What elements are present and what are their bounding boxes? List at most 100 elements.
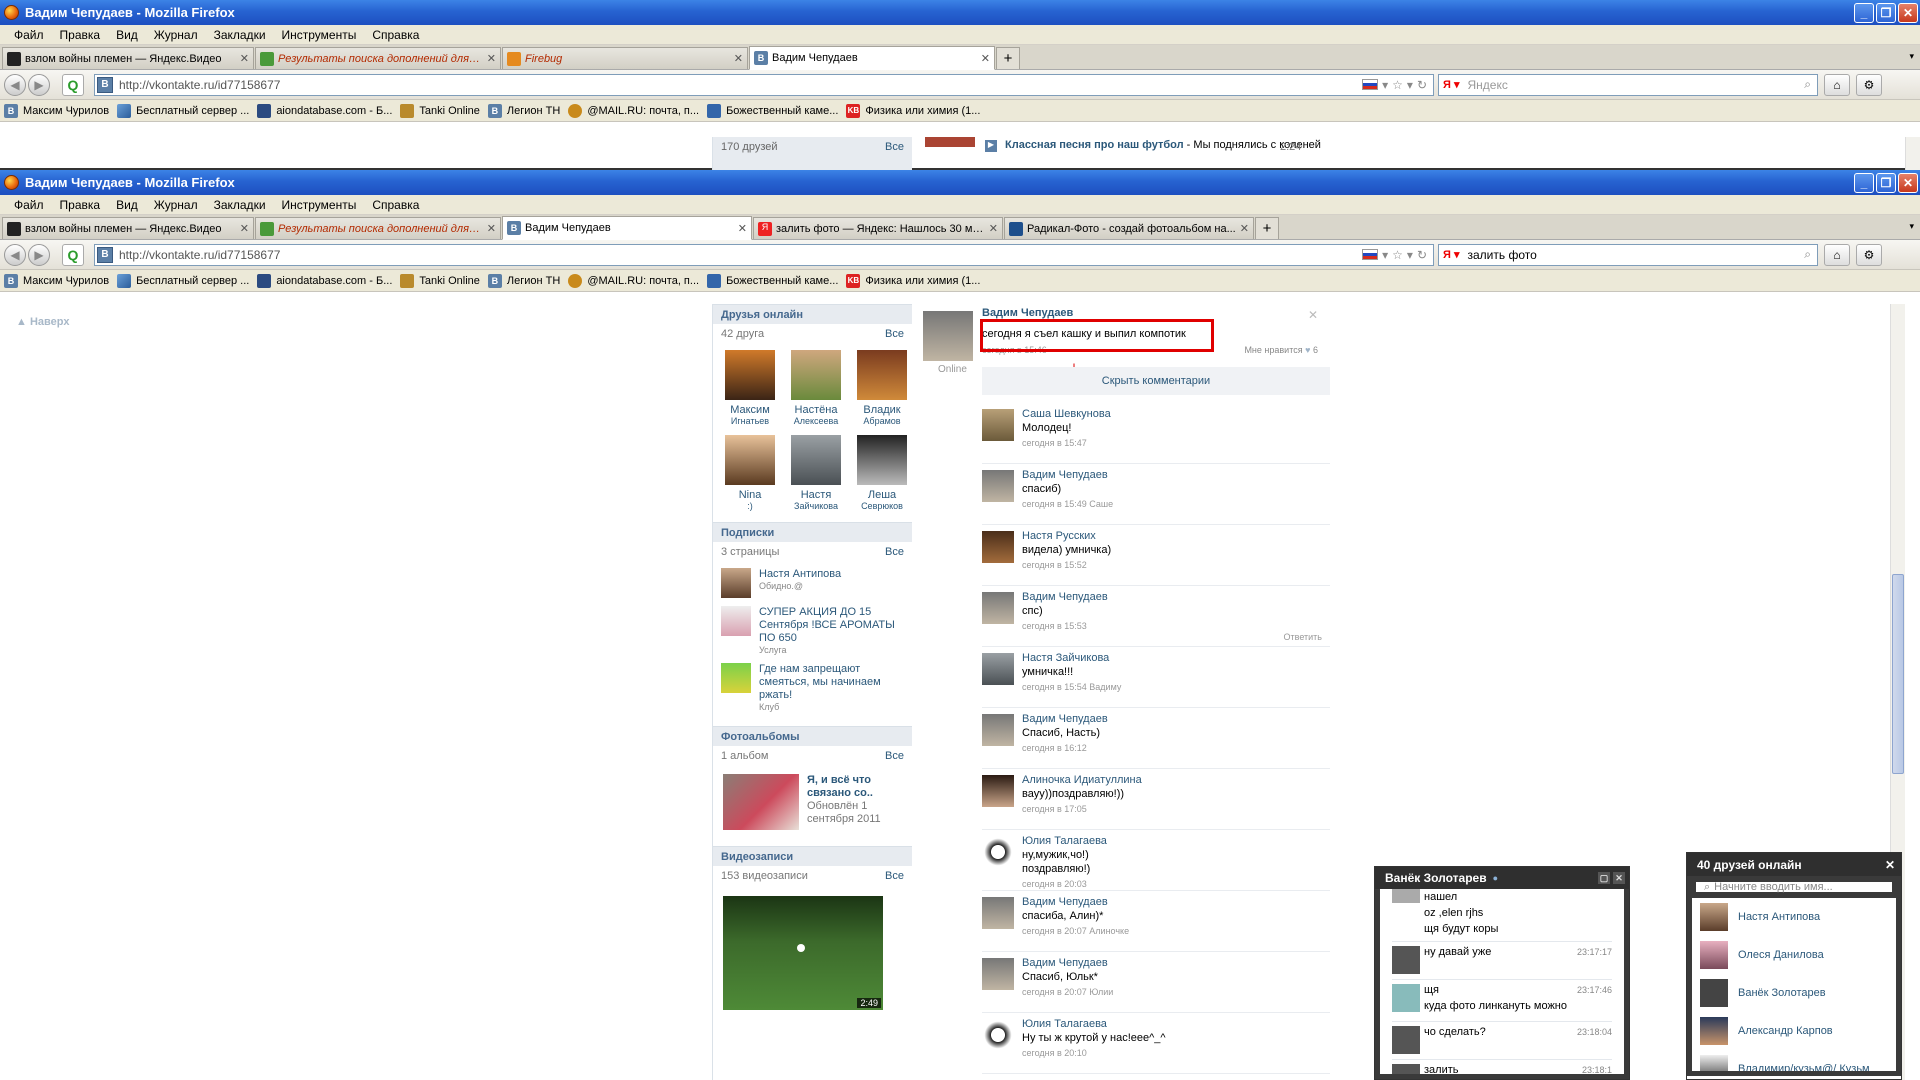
home-icon[interactable]: ⌂ bbox=[1824, 73, 1850, 96]
close-tab-icon[interactable]: ✕ bbox=[487, 52, 496, 65]
friend-item[interactable]: Леша Севрюков bbox=[849, 435, 915, 512]
close-tab-icon[interactable]: ✕ bbox=[240, 52, 249, 65]
search-input[interactable]: Я ▾ залить фото ⌕ bbox=[1438, 243, 1818, 266]
menu-help[interactable]: Справка bbox=[364, 198, 427, 212]
star-icon[interactable]: ☆ bbox=[1392, 248, 1403, 262]
tab-radikal[interactable]: Радикал-Фото - создай фотоальбом на... ✕ bbox=[1004, 217, 1254, 239]
all-link[interactable]: Все bbox=[885, 870, 904, 882]
like-button[interactable]: Мне нравится ♥ 6 bbox=[1244, 345, 1318, 355]
friend-item[interactable]: Максим Игнатьев bbox=[717, 350, 783, 427]
subscriptions-header[interactable]: Подписки bbox=[713, 522, 912, 542]
online-friend[interactable]: Олеся Данилова bbox=[1692, 936, 1896, 974]
url-bar[interactable]: B http://vkontakte.ru/id77158677 ▾ ☆ ▾ ↻ bbox=[94, 243, 1434, 266]
scrollbar-thumb[interactable] bbox=[1892, 574, 1904, 774]
menu-tools[interactable]: Инструменты bbox=[274, 28, 365, 42]
menu-help[interactable]: Справка bbox=[364, 28, 427, 42]
dropdown-icon[interactable]: ▾ bbox=[1407, 78, 1413, 92]
addon-menu-icon[interactable]: ⚙ bbox=[1856, 243, 1882, 266]
tab-addons-search[interactable]: Результаты поиска дополнений для fir... ✕ bbox=[255, 217, 501, 239]
tab-list-icon[interactable]: ▾ bbox=[1909, 221, 1914, 232]
bookmark-item[interactable]: B Легион ТН bbox=[487, 103, 560, 118]
bookmark-item[interactable]: KB Физика или химия (1... bbox=[846, 103, 980, 118]
avatar[interactable] bbox=[982, 897, 1014, 929]
play-icon[interactable]: ▶ bbox=[985, 140, 997, 152]
tab-list-icon[interactable]: ▾ bbox=[1909, 51, 1914, 62]
avatar[interactable] bbox=[982, 531, 1014, 563]
reload-icon[interactable]: ↻ bbox=[1417, 248, 1427, 262]
avatar[interactable] bbox=[982, 775, 1014, 807]
close-tab-icon[interactable]: ✕ bbox=[240, 222, 249, 235]
all-link[interactable]: Все bbox=[885, 546, 904, 558]
friend-item[interactable]: Владик Абрамов bbox=[849, 350, 915, 427]
scrollbar[interactable] bbox=[1905, 137, 1920, 170]
tab-yandex-search[interactable]: Язалить фото — Яндекс: Нашлось 30 мл... ✕ bbox=[753, 217, 1003, 239]
addon-icon[interactable]: Q bbox=[62, 73, 84, 96]
avatar[interactable] bbox=[982, 714, 1014, 746]
addon-menu-icon[interactable]: ⚙ bbox=[1856, 73, 1882, 96]
bookmark-item[interactable]: Бесплатный сервер ... bbox=[117, 273, 249, 288]
addon-icon[interactable]: Q bbox=[62, 243, 84, 266]
menu-history[interactable]: Журнал bbox=[146, 198, 206, 212]
bookmark-item[interactable]: B Легион ТН bbox=[487, 273, 560, 288]
bookmark-item[interactable]: Tanki Online bbox=[400, 103, 480, 118]
close-tab-icon[interactable]: ✕ bbox=[738, 222, 747, 235]
avatar[interactable] bbox=[982, 1019, 1014, 1051]
online-panel-header[interactable]: 40 друзей онлайн ✕ bbox=[1687, 853, 1901, 877]
minimize-button[interactable]: _ bbox=[1854, 2, 1874, 23]
close-button[interactable]: ✕ bbox=[1898, 2, 1918, 23]
menu-view[interactable]: Вид bbox=[108, 28, 146, 42]
bookmark-item[interactable]: @MAIL.RU: почта, п... bbox=[568, 273, 699, 288]
friends-online-header[interactable]: Друзья онлайн bbox=[713, 304, 912, 324]
restore-button[interactable]: ❐ bbox=[1876, 172, 1896, 193]
new-tab-button[interactable]: + bbox=[1255, 217, 1279, 239]
scroll-top-link[interactable]: ▲ Наверх bbox=[16, 316, 69, 328]
videos-header[interactable]: Видеозаписи bbox=[713, 846, 912, 866]
tab-vk-profile[interactable]: B Вадим Чепудаев ✕ bbox=[502, 216, 752, 240]
albums-header[interactable]: Фотоальбомы bbox=[713, 726, 912, 746]
avatar[interactable] bbox=[982, 470, 1014, 502]
all-link[interactable]: Все bbox=[885, 328, 904, 340]
back-icon[interactable]: ◀ bbox=[4, 73, 26, 96]
close-tab-icon[interactable]: ✕ bbox=[989, 222, 998, 235]
search-icon[interactable]: ⌕ bbox=[1804, 247, 1811, 262]
dropdown-icon[interactable]: ▾ bbox=[1382, 248, 1388, 262]
avatar[interactable] bbox=[982, 592, 1014, 624]
search-input[interactable]: Я ▾ Яндекс ⌕ bbox=[1438, 73, 1818, 96]
friend-item[interactable]: Настёна Алексеева bbox=[783, 350, 849, 427]
tab-yandex-video[interactable]: взлом войны племен — Яндекс.Видео ✕ bbox=[2, 47, 254, 69]
search-icon[interactable]: ⌕ bbox=[1804, 77, 1811, 92]
all-link[interactable]: Все bbox=[885, 750, 904, 762]
subscription-item[interactable]: Где нам запрещают смеяться, мы начинаем … bbox=[713, 659, 912, 716]
avatar[interactable] bbox=[982, 836, 1014, 868]
online-friend[interactable]: Настя Антипова bbox=[1692, 898, 1896, 936]
bookmark-item[interactable]: KB Физика или химия (1... bbox=[846, 273, 980, 288]
close-icon[interactable]: ✕ bbox=[1308, 308, 1318, 322]
online-friend[interactable]: Ванёк Золотарев bbox=[1692, 974, 1896, 1012]
reload-icon[interactable]: ↻ bbox=[1417, 78, 1427, 92]
menu-edit[interactable]: Правка bbox=[52, 198, 109, 212]
post-author[interactable]: Вадим Чепудаев bbox=[982, 307, 1073, 319]
menu-file[interactable]: Файл bbox=[6, 28, 52, 42]
bookmark-item[interactable]: aiondatabase.com - Б... bbox=[257, 273, 392, 288]
dropdown-icon[interactable]: ▾ bbox=[1407, 248, 1413, 262]
bookmark-item[interactable]: Бесплатный сервер ... bbox=[117, 103, 249, 118]
tab-vk-profile[interactable]: B Вадим Чепудаев ✕ bbox=[749, 46, 995, 70]
avatar[interactable] bbox=[982, 958, 1014, 990]
close-tab-icon[interactable]: ✕ bbox=[734, 52, 743, 65]
tab-yandex-video[interactable]: взлом войны племен — Яндекс.Видео ✕ bbox=[2, 217, 254, 239]
menu-history[interactable]: Журнал bbox=[146, 28, 206, 42]
friend-item[interactable]: Настя Зайчикова bbox=[783, 435, 849, 512]
bookmark-item[interactable]: Божественный каме... bbox=[707, 103, 838, 118]
tab-addons-search[interactable]: Результаты поиска дополнений для fir... ✕ bbox=[255, 47, 501, 69]
new-tab-button[interactable]: + bbox=[996, 47, 1020, 69]
subscription-item[interactable]: Настя Антипова Обидно.@ bbox=[713, 564, 912, 602]
chat-header[interactable]: Ванёк Золотарев ● ▢ ✕ bbox=[1375, 867, 1629, 889]
restore-button[interactable]: ❐ bbox=[1876, 2, 1896, 23]
close-button[interactable]: ✕ bbox=[1898, 172, 1918, 193]
online-friend[interactable]: Владимир/кузьм@/ Кузьм bbox=[1692, 1050, 1896, 1071]
subscription-item[interactable]: СУПЕР АКЦИЯ ДО 15 Сентября !ВСЕ АРОМАТЫ … bbox=[713, 602, 912, 659]
reply-link[interactable]: Ответить bbox=[1284, 632, 1322, 642]
bookmark-item[interactable]: aiondatabase.com - Б... bbox=[257, 103, 392, 118]
album-item[interactable]: Я, и всё что связано со.. Обновлён 1 сент… bbox=[713, 768, 912, 836]
back-icon[interactable]: ◀ bbox=[4, 243, 26, 266]
